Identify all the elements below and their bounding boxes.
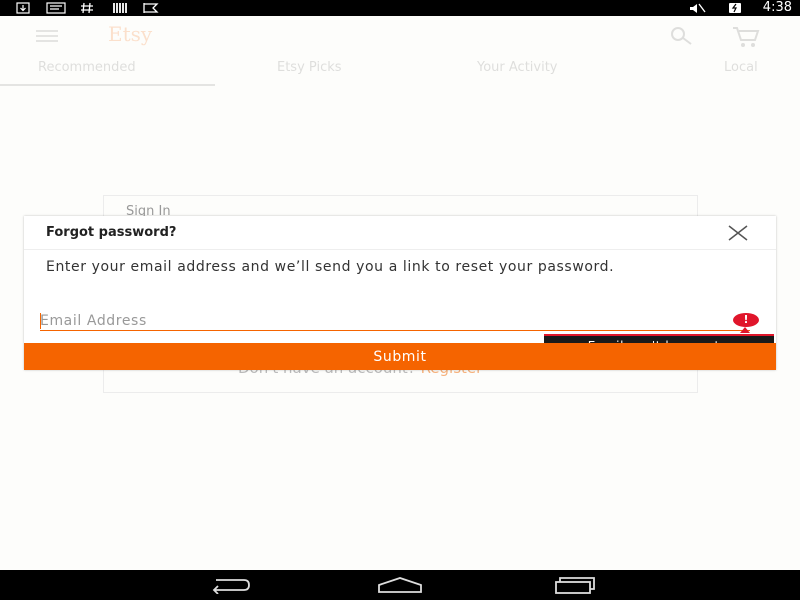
dialog-title: Forgot password?: [46, 225, 177, 240]
close-icon[interactable]: [728, 224, 748, 242]
message-icon: [46, 2, 66, 14]
navigation-bar: [0, 570, 800, 600]
submit-button[interactable]: Submit: [24, 343, 776, 370]
download-icon: [16, 2, 30, 14]
home-button[interactable]: [370, 574, 430, 596]
tab-recommended[interactable]: Recommended: [38, 60, 136, 75]
hamburger-menu-icon[interactable]: [36, 30, 58, 42]
home-icon: [378, 577, 422, 593]
recents-icon: [555, 577, 595, 594]
error-icon[interactable]: !: [733, 313, 759, 327]
dialog-divider: [24, 249, 776, 250]
tab-indicator: [0, 84, 215, 86]
dialog-message: Enter your email address and we’ll send …: [46, 259, 615, 275]
error-tooltip-pointer: [740, 327, 750, 333]
back-button[interactable]: [198, 574, 258, 596]
barcode-icon: [113, 3, 127, 13]
app-bar: Etsy: [0, 16, 800, 56]
back-icon: [212, 579, 250, 594]
tab-your-activity[interactable]: Your Activity: [477, 60, 558, 75]
email-field[interactable]: [40, 312, 750, 331]
tab-local[interactable]: Local: [724, 60, 758, 75]
cart-icon[interactable]: [732, 26, 760, 48]
hashtag-icon: [81, 2, 93, 14]
forgot-password-dialog: Forgot password? Enter your email addres…: [24, 216, 776, 370]
battery-icon: [729, 3, 741, 13]
etsy-logo: Etsy: [108, 22, 153, 46]
text-caret: [40, 313, 41, 329]
flag-icon: [143, 3, 159, 13]
recents-button[interactable]: [542, 574, 602, 596]
tab-bar: Recommended Etsy Picks Your Activity Loc…: [0, 56, 800, 86]
status-bar: 4:38: [0, 0, 800, 16]
status-time: 4:38: [762, 0, 792, 15]
search-icon[interactable]: [668, 26, 694, 46]
tab-etsy-picks[interactable]: Etsy Picks: [277, 60, 342, 75]
mute-icon: [690, 3, 706, 13]
